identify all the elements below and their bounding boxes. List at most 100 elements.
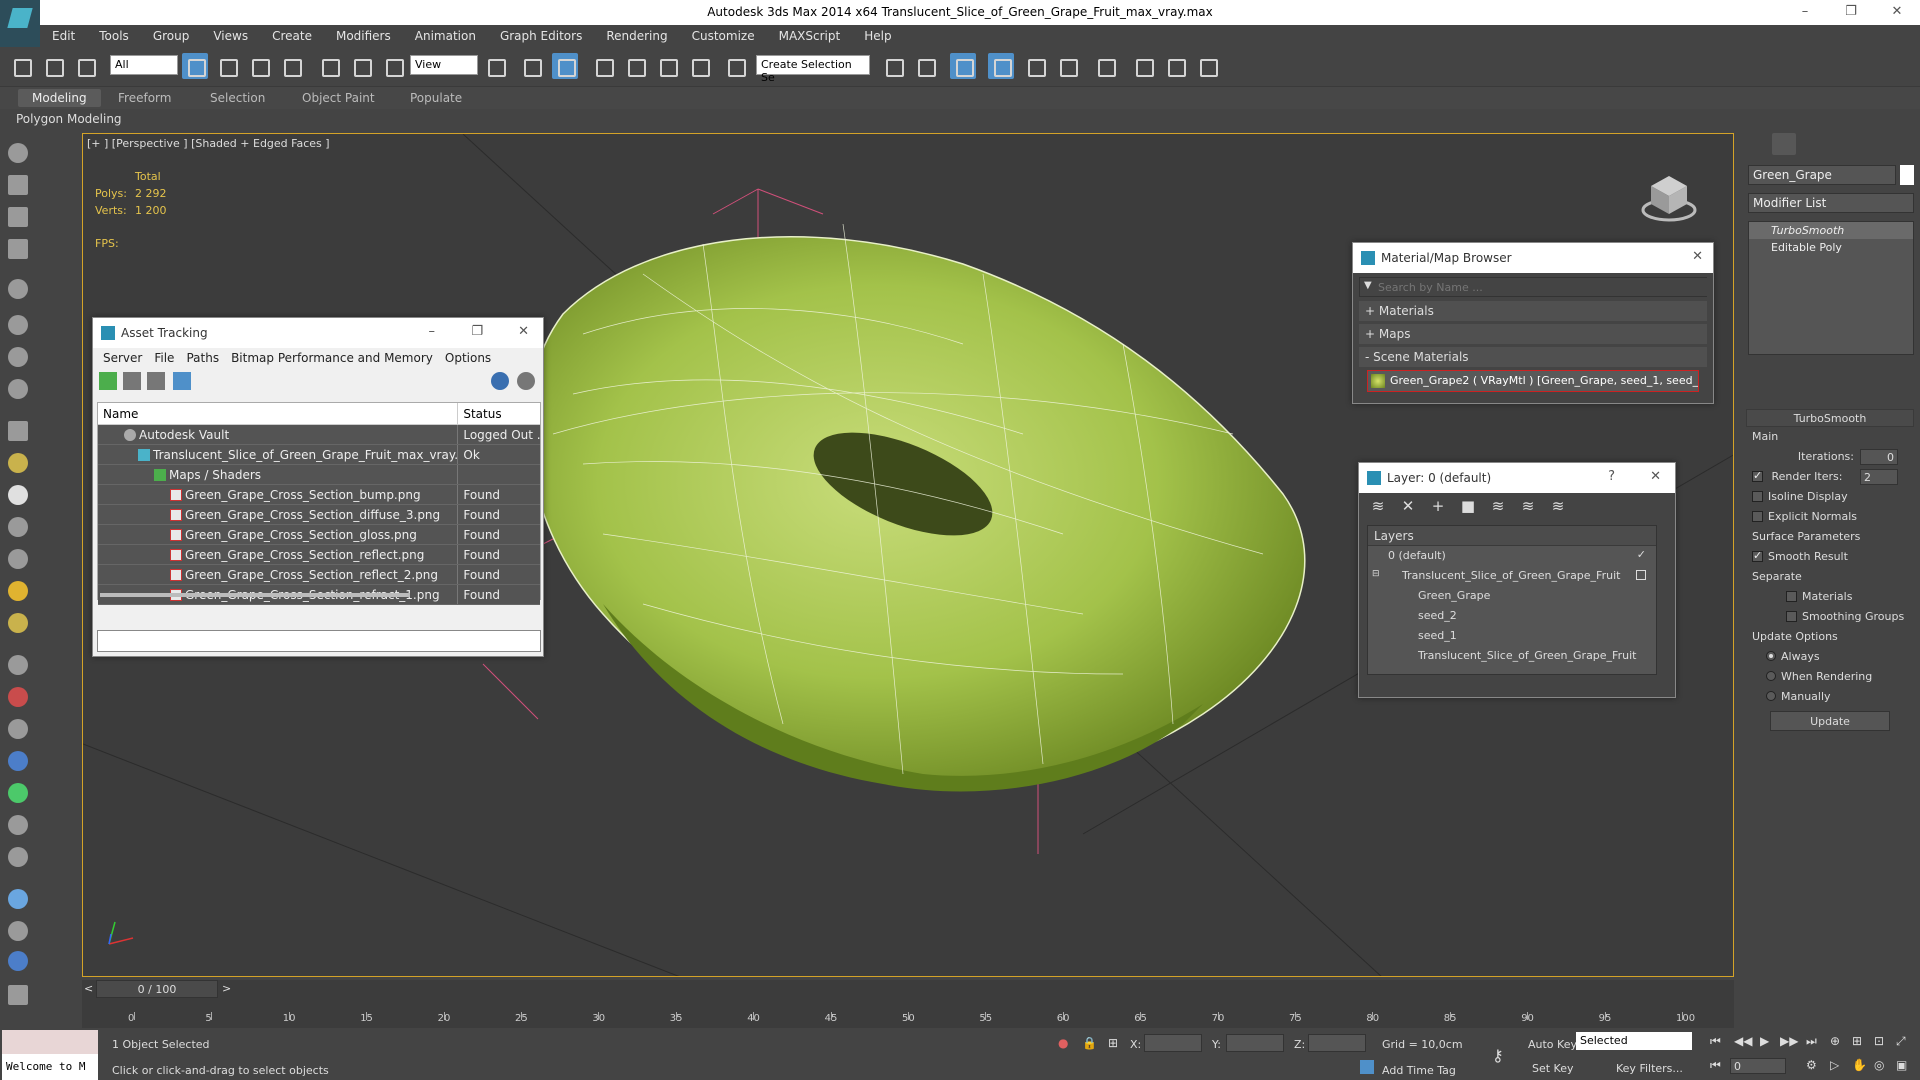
lock-icon[interactable]: 🔒 — [1082, 1036, 1097, 1050]
time-slider-thumb[interactable]: 0 / 100 — [96, 980, 218, 998]
cone-icon[interactable] — [8, 549, 28, 569]
spinner-snap-icon[interactable] — [686, 53, 712, 79]
hierarchy-tab-icon[interactable] — [1800, 133, 1824, 155]
go-to-end-icon[interactable]: ⏭ — [1806, 1034, 1817, 1049]
smooth-result-checkbox[interactable] — [1752, 549, 1763, 562]
time-next-button[interactable]: > — [222, 982, 231, 995]
table-row[interactable]: Green_Grape_Cross_Section_reflect_2.png … — [98, 565, 540, 585]
render-icon[interactable] — [8, 175, 28, 195]
time-tag-icon[interactable] — [1360, 1060, 1374, 1074]
material-search-input[interactable] — [1378, 278, 1708, 296]
layer-checkbox[interactable] — [1636, 570, 1646, 580]
menu-group[interactable]: Group — [141, 29, 202, 43]
zoom-icon[interactable]: ⊕ — [1830, 1034, 1840, 1048]
align-icon[interactable] — [912, 53, 938, 79]
select-in-layer-icon[interactable]: ■ — [1459, 497, 1477, 515]
prev-frame-icon[interactable]: ◀◀ — [1734, 1034, 1752, 1048]
highlight-layer-icon[interactable]: ≋ — [1489, 497, 1507, 515]
list-item[interactable]: seed_1 — [1368, 626, 1656, 646]
key-icon[interactable]: ⚷ — [1492, 1046, 1504, 1065]
zoom-extents-icon[interactable]: ⊡ — [1874, 1034, 1884, 1048]
mirror-icon[interactable] — [880, 53, 906, 79]
reference-coord-dropdown[interactable]: View — [410, 55, 478, 75]
angle-snap-icon[interactable] — [622, 53, 648, 79]
menu-rendering[interactable]: Rendering — [594, 29, 679, 43]
select-object-icon[interactable] — [182, 53, 208, 79]
always-radio[interactable] — [1766, 651, 1776, 661]
maximize-viewport-icon[interactable]: ⤢ — [1896, 1034, 1906, 1049]
menu-maxscript[interactable]: MAXScript — [767, 29, 853, 43]
track-bar[interactable]: 0 5 10 15 20 25 30 35 40 45 50 55 60 65 70 75 80 85 90 95 10… — [82, 998, 1734, 1028]
time-slider[interactable]: < 0 / 100 > — [82, 980, 1734, 998]
absolute-mode-icon[interactable]: ⊞ — [1108, 1036, 1118, 1050]
percent-snap-icon[interactable] — [654, 53, 680, 79]
menu-modifiers[interactable]: Modifiers — [324, 29, 403, 43]
render-iters-checkbox[interactable] — [1752, 469, 1763, 482]
add-time-tag[interactable]: Add Time Tag — [1382, 1064, 1456, 1077]
minimize-button[interactable]: – — [1782, 0, 1828, 25]
layer-help-button[interactable]: ? — [1608, 469, 1615, 484]
set-key-button[interactable]: Set Key — [1532, 1062, 1574, 1075]
col-status-header[interactable]: Status — [458, 403, 540, 424]
box-icon[interactable] — [8, 421, 28, 441]
maxscript-input[interactable]: Welcome to M — [2, 1054, 98, 1080]
key-mode-icon[interactable]: ⏮ — [1710, 1058, 1721, 1073]
plane-icon[interactable] — [8, 453, 28, 473]
maximize-toggle-icon[interactable]: ▣ — [1896, 1058, 1907, 1072]
bind-space-warp-icon[interactable] — [72, 53, 98, 79]
isoline-checkbox[interactable] — [1752, 491, 1763, 502]
mb-close-button[interactable]: ✕ — [1692, 249, 1703, 264]
menu-customize[interactable]: Customize — [680, 29, 767, 43]
materials-section[interactable]: + Materials — [1359, 301, 1707, 321]
list-icon[interactable] — [8, 207, 28, 227]
delete-layer-icon[interactable]: ✕ — [1399, 497, 1417, 515]
at-menu-options[interactable]: Options — [439, 351, 497, 365]
at-menu-bitmap[interactable]: Bitmap Performance and Memory — [225, 351, 439, 365]
time-config-icon[interactable]: ⚙ — [1806, 1058, 1817, 1072]
at-menu-file[interactable]: File — [148, 351, 180, 365]
camera-icon[interactable] — [8, 315, 28, 335]
new-layer-icon[interactable]: ≋ — [1369, 497, 1387, 515]
object-name-field[interactable]: Green_Grape — [1748, 165, 1896, 185]
tab-object-paint[interactable]: Object Paint — [288, 89, 389, 107]
modifier-list-dropdown[interactable]: Modifier List — [1748, 193, 1914, 213]
display-tab-icon[interactable] — [1856, 133, 1880, 155]
tab-selection[interactable]: Selection — [196, 89, 279, 107]
sphere-icon[interactable] — [8, 485, 28, 505]
hair-icon[interactable] — [8, 815, 28, 835]
table-row[interactable]: Green_Grape_Cross_Section_reflect.png Fo… — [98, 545, 540, 565]
table-row[interactable]: Green_Grape_Cross_Section_gloss.png Foun… — [98, 525, 540, 545]
key-mode-dropdown[interactable]: Selected — [1576, 1032, 1692, 1050]
stack-item-turbosmooth[interactable]: TurboSmooth — [1749, 222, 1913, 239]
at-minimize-button[interactable]: – — [429, 324, 436, 339]
when-rendering-radio[interactable] — [1766, 671, 1776, 681]
table-row[interactable]: Autodesk Vault Logged Out ... — [98, 425, 540, 445]
menu-graph-editors[interactable]: Graph Editors — [488, 29, 594, 43]
current-layer-check-icon[interactable]: ✓ — [1637, 548, 1646, 561]
materials-checkbox[interactable] — [1786, 591, 1797, 602]
bones-icon[interactable] — [8, 719, 28, 739]
table-row[interactable]: Green_Grape_Cross_Section_bump.png Found — [98, 485, 540, 505]
play-icon[interactable]: ▶ — [1760, 1034, 1769, 1048]
move-icon[interactable] — [316, 53, 342, 79]
x-coord-field[interactable] — [1144, 1034, 1202, 1052]
collapse-icon[interactable]: ⊟ — [1372, 569, 1380, 579]
go-to-start-icon[interactable]: ⏮ — [1710, 1034, 1721, 1049]
edit-named-sel-icon[interactable] — [722, 53, 748, 79]
select-by-name-icon[interactable] — [214, 53, 240, 79]
render-iters-spinner[interactable]: 2 — [1860, 469, 1898, 485]
explicit-normals-checkbox[interactable] — [1752, 511, 1763, 522]
curve-editor-icon[interactable] — [1022, 53, 1048, 79]
cloth-icon[interactable] — [8, 847, 28, 867]
script-icon[interactable] — [8, 921, 28, 941]
keyboard-shortcut-icon[interactable] — [552, 53, 578, 79]
menu-create[interactable]: Create — [260, 29, 324, 43]
list-item[interactable]: Green_Grape — [1368, 586, 1656, 606]
smoothing-groups-checkbox[interactable] — [1786, 611, 1797, 622]
scene-materials-section[interactable]: - Scene Materials — [1359, 347, 1707, 367]
at-close-button[interactable]: ✕ — [518, 324, 529, 339]
at-maximize-button[interactable]: ❐ — [471, 324, 483, 339]
layer-manager-icon[interactable] — [950, 53, 976, 79]
table-view-icon[interactable] — [173, 372, 191, 390]
menu-help[interactable]: Help — [852, 29, 903, 43]
